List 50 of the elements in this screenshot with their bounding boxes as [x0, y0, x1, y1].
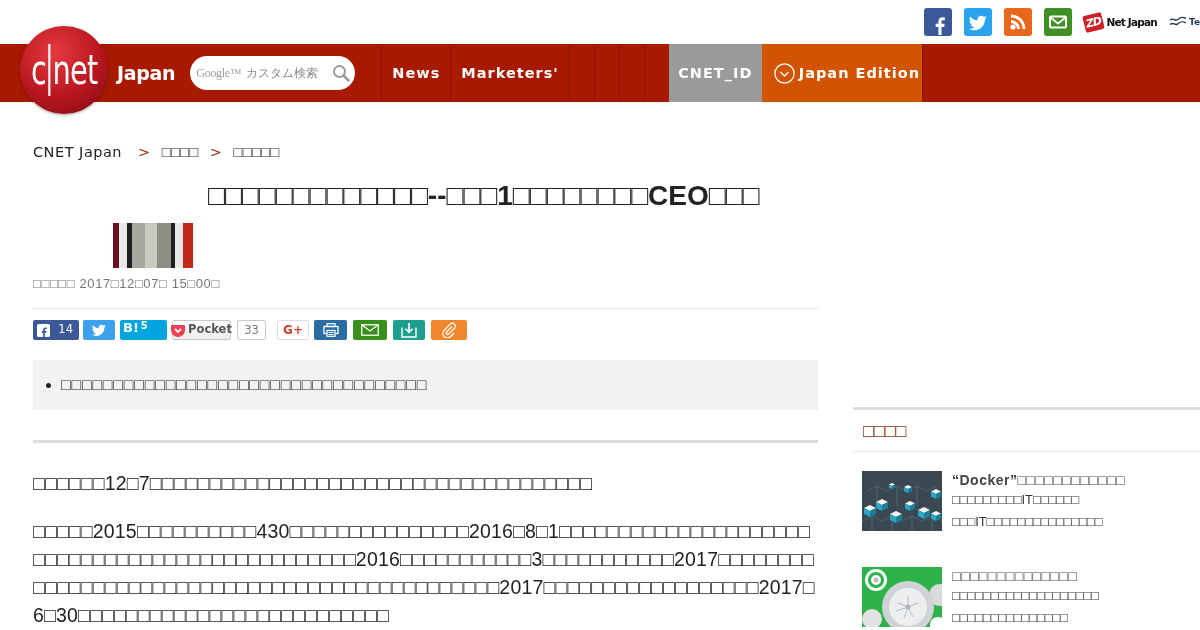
- article-link[interactable]: “Docker”□□□□□□□□□□□□: [952, 471, 1125, 489]
- twitter-share-button[interactable]: [83, 320, 115, 340]
- bullet-icon: [46, 382, 51, 388]
- article-paragraph: □□□□□2015□□□□□□□□□□430□□□□□□□□□□□□□□□2016□8□1□□□□□□□□□□□□□□□□□□□□□□□□□□□□□□□□□□□□□□□□□□□□□□□□2016□□□□□□□□□□□3□□□□□□□□□□□2017□□□□□□□□□□□□□□□□□□□□□□□□□□□□□□□□□□□□□□□□□□□□□□□2017□□□□□□□□□□□□□□□□□□2017□6□30□□□□□□□□□□□□□□□□□□□□□□□□□□: [33, 519, 816, 628]
- mail-icon[interactable]: [1044, 8, 1073, 36]
- twitter-icon: [92, 324, 106, 336]
- breadcrumb-separator: >: [209, 144, 223, 160]
- partner-logo[interactable]: Te: [1188, 17, 1200, 27]
- paperclip-icon: [441, 322, 457, 338]
- nav-link[interactable]: Marketers': [450, 44, 569, 102]
- email-button[interactable]: [353, 320, 387, 340]
- breadcrumb-link[interactable]: □□□□□: [233, 144, 280, 160]
- article-description: □□□IT□□□□□□□□□□□□□□□: [952, 513, 1104, 531]
- sidebar-heading: □□□□: [853, 410, 1200, 452]
- article-description: □□□□□□□□□□□□□□□□□□□: [952, 587, 1099, 605]
- twitter-icon[interactable]: [964, 8, 993, 36]
- search-icon[interactable]: [332, 64, 351, 82]
- rss-icon[interactable]: [1004, 8, 1033, 36]
- site-name[interactable]: Japan: [117, 63, 176, 83]
- article-link[interactable]: □□□□□□□□□□□□□□: [952, 567, 1099, 585]
- print-button[interactable]: [314, 320, 347, 340]
- download-icon: [401, 322, 417, 338]
- nav-link[interactable]: News: [381, 44, 451, 102]
- article-title: □□□□□□□□□□□□□--□□□1□□□□□□□□CEO□□□: [207, 179, 761, 213]
- breadcrumb-separator: >: [138, 144, 151, 160]
- clip-button[interactable]: [431, 320, 467, 340]
- pocket-icon: [171, 323, 186, 337]
- google-plus-button[interactable]: G+: [277, 320, 309, 340]
- share-count: 33: [237, 320, 266, 340]
- article-paragraph: □□□□□□12□7□□□□□□□□□□□□□□□□□□□□□□□□□□□□□□□□□□□□□: [33, 471, 594, 496]
- printer-icon: [322, 323, 339, 337]
- edition-menu[interactable]: Japan Edition: [761, 44, 922, 102]
- chevron-circle-icon: [773, 62, 795, 84]
- summary-text: □□□□□□□□□□□□□□□□□□□□□□□□□□□□□□□□□□□: [61, 375, 428, 395]
- site-logo[interactable]: c net: [20, 26, 108, 114]
- article-date: □□□□□ 2017□12□07□ 15□00□: [33, 276, 221, 292]
- partner-logo[interactable]: ZD Net Japan: [1084, 13, 1157, 31]
- cubes-drawing[interactable]: [862, 471, 942, 531]
- breadcrumb-link[interactable]: □□□□: [161, 144, 199, 160]
- save-button[interactable]: [393, 320, 425, 340]
- google-logo: Google™: [196, 67, 242, 79]
- breadcrumb-link[interactable]: CNET Japan: [33, 144, 123, 160]
- facebook-share-button[interactable]: 14: [33, 320, 79, 340]
- circles-drawing[interactable]: [862, 567, 942, 627]
- pocket-button[interactable]: Pocket: [172, 320, 231, 340]
- envelope-icon: [361, 324, 379, 336]
- article-description: □□□□□□□□□□□□□□□: [952, 609, 1069, 627]
- facebook-icon: [37, 323, 50, 337]
- article-description: □□□□□□□□□IT□□□□□□: [952, 491, 1081, 509]
- facebook-icon[interactable]: [924, 8, 953, 36]
